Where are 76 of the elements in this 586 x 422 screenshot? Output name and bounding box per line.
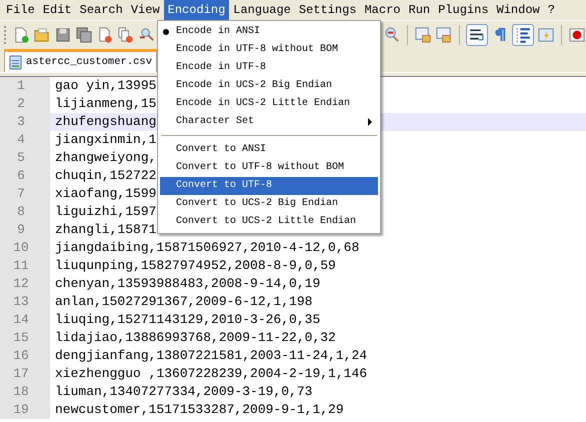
code-line: xiezhengguo ,13607228239,2004-2-19,1,146: [54, 365, 368, 383]
code-line: lijianmeng,15: [54, 95, 156, 113]
code-line: zhufengshuang: [54, 113, 156, 131]
line-number: 4: [0, 131, 50, 149]
code-line: chenyan,13593988483,2008-9-14,0,19: [54, 275, 320, 293]
menu-item[interactable]: Edit: [38, 0, 76, 20]
folder-icon[interactable]: [33, 26, 51, 44]
indent-guide-icon[interactable]: [512, 24, 534, 46]
menu-option[interactable]: Convert to UCS-2 Big Endian: [158, 195, 380, 213]
code-line: zhangweiyong,: [54, 149, 156, 167]
menu-option[interactable]: Convert to UTF-8 without BOM: [158, 159, 380, 177]
radio-dot-icon: [163, 29, 169, 35]
line-number: 8: [0, 203, 50, 221]
menu-item[interactable]: Run: [404, 0, 434, 20]
menu-option[interactable]: Character Set: [158, 113, 380, 131]
line-number: 5: [0, 149, 50, 167]
menu-item[interactable]: Settings: [294, 0, 360, 20]
menu-option[interactable]: Encode in UCS-2 Big Endian: [158, 77, 380, 95]
code-line: xiaofang,1599: [54, 185, 156, 203]
code-line: liuman,13407277334,2009-3-19,0,73: [54, 383, 312, 401]
line-number: 17: [0, 365, 50, 383]
code-line: lidajiao,13886993768,2009-11-22,0,32: [54, 329, 336, 347]
locked-pane-icon[interactable]: [435, 26, 453, 44]
menu-option[interactable]: Convert to ANSI: [158, 141, 380, 159]
line-number: 18: [0, 383, 50, 401]
line-number: 11: [0, 257, 50, 275]
lightning-window-icon[interactable]: [537, 26, 555, 44]
menu-option[interactable]: Encode in ANSI: [158, 23, 380, 41]
menu-item[interactable]: Search: [76, 0, 127, 20]
menu-option[interactable]: Encode in UCS-2 Little Endian: [158, 95, 380, 113]
menu-item[interactable]: Plugins: [434, 0, 493, 20]
line-number: 14: [0, 311, 50, 329]
code-line: liguizhi,1597: [54, 203, 156, 221]
menu-item[interactable]: View: [126, 0, 164, 20]
code-line: liuqing,15271143129,2010-3-26,0,35: [54, 311, 320, 329]
save-icon[interactable]: [54, 26, 72, 44]
code-line: anlan,15027291367,2009-6-12,1,198: [54, 293, 312, 311]
menu-item[interactable]: Macro: [360, 0, 404, 20]
line-number: 6: [0, 167, 50, 185]
code-line: dengjianfang,13807221581,2003-11-24,1,24: [54, 347, 368, 365]
line-number: 9: [0, 221, 50, 239]
line-number: 19: [0, 401, 50, 419]
code-line: jiangdaibing,15871506927,2010-4-12,0,68: [54, 239, 360, 257]
line-number: 2: [0, 95, 50, 113]
line-number: 15: [0, 329, 50, 347]
line-number: 16: [0, 347, 50, 365]
menu-item[interactable]: File: [2, 0, 39, 20]
file-tab[interactable]: astercc_customer.csv: [4, 49, 158, 72]
code-line: liuqunping,15827974952,2008-8-9,0,59: [54, 257, 336, 275]
menu-item[interactable]: Encoding: [164, 0, 230, 20]
record-icon[interactable]: [568, 26, 586, 44]
menu-item[interactable]: Language: [229, 0, 295, 20]
code-line: chuqin,152722: [54, 167, 156, 185]
menu-item[interactable]: ?: [544, 0, 559, 20]
tab-label: astercc_customer.csv: [26, 56, 152, 68]
menu-option[interactable]: Convert to UCS-2 Little Endian: [158, 213, 380, 231]
code-line: jiangxinmin,1: [54, 131, 156, 149]
menu-item[interactable]: Window: [492, 0, 544, 20]
code-line: newcustomer,15171533287,2009-9-1,1,29: [54, 401, 344, 419]
code-line: gao yin,13995: [54, 77, 156, 95]
menu-option[interactable]: Convert to UTF-8: [160, 177, 378, 195]
locked-window-icon[interactable]: [414, 26, 432, 44]
close-all-icon[interactable]: [117, 26, 135, 44]
line-number: 12: [0, 275, 50, 293]
save-all-icon[interactable]: [75, 26, 93, 44]
menu-option[interactable]: Encode in UTF-8: [158, 59, 380, 77]
line-number: 3: [0, 113, 50, 131]
line-number: 7: [0, 185, 50, 203]
line-number: 10: [0, 239, 50, 257]
word-wrap-icon[interactable]: [466, 24, 488, 46]
submenu-arrow-icon: [368, 118, 372, 126]
line-number: 1: [0, 77, 50, 95]
menu-option[interactable]: Encode in UTF-8 without BOM: [158, 41, 380, 59]
document-icon: [9, 54, 22, 70]
line-number: 13: [0, 293, 50, 311]
code-line: zhangli,15871: [54, 221, 156, 239]
